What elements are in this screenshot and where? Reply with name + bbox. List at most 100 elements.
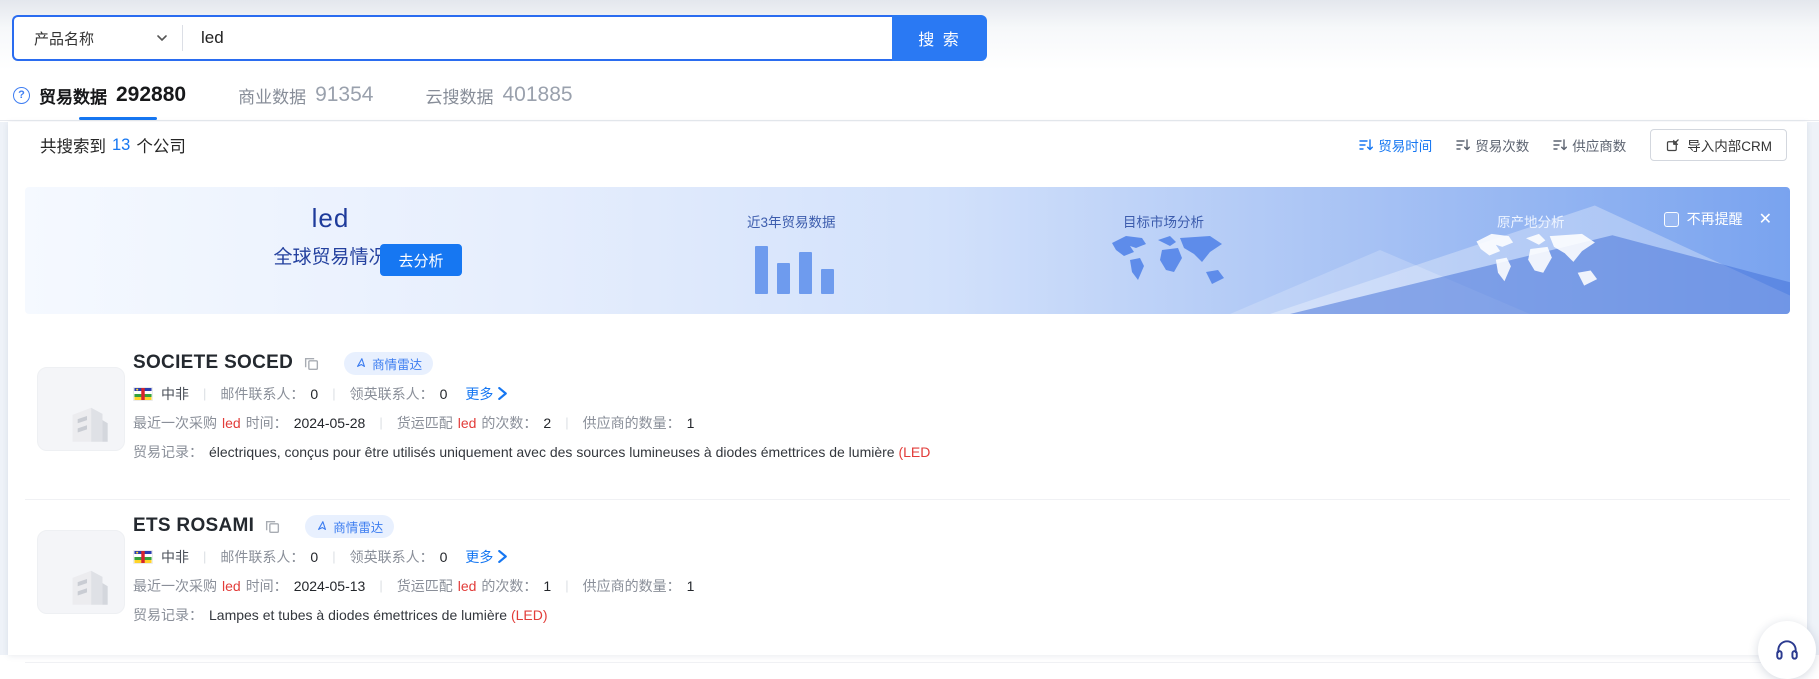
freight-suffix: 的次数： [481,576,537,596]
copy-icon[interactable] [264,518,281,535]
divider: | [565,578,568,593]
record-text: électriques, conçus pour être utilisés u… [209,444,898,460]
company-name[interactable]: SOCIETE SOCED [133,352,293,374]
radar-icon [355,357,367,369]
sort-desc-icon [1456,138,1470,152]
import-crm-button[interactable]: 导入内部CRM [1650,129,1787,161]
import-crm-label: 导入内部CRM [1687,135,1772,155]
sort-desc-icon [1359,138,1373,152]
divider: | [379,415,382,430]
tab-trade-data[interactable]: ? 贸易数据 292880 [13,70,186,120]
divider: | [379,578,382,593]
divider: | [332,386,335,401]
radar-icon [316,520,328,532]
company-card: ETS ROSAMI 商情雷达 中非 | 邮件联系人： 0 | 领英联系人： 0 [25,500,1790,663]
company-name[interactable]: ETS ROSAMI [133,515,254,537]
analyze-button[interactable]: 去分析 [380,244,462,276]
mini-bar-chart [755,244,834,294]
radar-badge-label: 商情雷达 [372,354,422,373]
linkedin-contacts-label: 领英联系人： [350,547,434,567]
freight-count: 2 [543,415,551,431]
search-category-select[interactable]: 产品名称 [14,17,182,59]
tab-count: 401885 [502,83,572,107]
results-suffix: 个公司 [136,133,186,157]
more-label: 更多 [465,547,493,567]
feature-trade-label: 近3年贸易数据 [747,211,836,231]
divider: | [203,549,206,564]
sort-label: 贸易时间 [1378,135,1432,155]
top-search-bar: 产品名称 搜 索 [0,0,1819,70]
search-input[interactable] [183,17,892,59]
divider: | [332,549,335,564]
linkedin-contacts-label: 领英联系人： [350,384,434,404]
sort-trade-count[interactable]: 贸易次数 [1456,135,1529,155]
help-icon[interactable]: ? [13,87,30,104]
data-source-tabs: ? 贸易数据 292880 商业数据 91354 云搜数据 401885 [0,70,1819,121]
tab-cloud-search-data[interactable]: 云搜数据 401885 [425,70,572,120]
company-logo-placeholder [37,367,125,451]
search-button[interactable]: 搜 索 [892,15,987,61]
record-label: 贸易记录： [133,605,203,625]
page-body: 共搜索到 13 个公司 贸易时间 贸易次数 供应商数 [0,122,1819,655]
supplier-count: 1 [687,415,695,431]
sort-label: 贸易次数 [1475,135,1529,155]
linkedin-contacts-value: 0 [440,549,448,565]
sort-supplier-count[interactable]: 供应商数 [1553,135,1626,155]
linkedin-contacts-value: 0 [440,386,448,402]
country-name: 中非 [161,547,189,567]
bar [755,246,768,294]
radar-badge[interactable]: 商情雷达 [305,515,394,538]
keyword-highlight: led [458,578,477,594]
email-contacts-value: 0 [310,386,318,402]
more-label: 更多 [465,384,493,404]
supplier-label: 供应商的数量： [583,413,681,433]
country-name: 中非 [161,384,189,404]
tab-label: 商业数据 [238,83,306,108]
banner-keyword: led [253,203,408,234]
more-link[interactable]: 更多 [465,384,508,404]
email-contacts-label: 邮件联系人： [220,384,304,404]
results-prefix: 共搜索到 [40,133,106,157]
customer-service-button[interactable] [1758,621,1816,679]
chevron-down-icon [156,32,168,44]
radar-badge[interactable]: 商情雷达 [344,352,433,375]
copy-icon[interactable] [303,355,320,372]
headset-icon [1774,637,1800,663]
flag-central-african-republic-icon [133,387,153,401]
results-header: 共搜索到 13 个公司 贸易时间 贸易次数 供应商数 [8,122,1807,168]
sort-trade-time[interactable]: 贸易时间 [1359,135,1432,155]
purchase-prefix: 最近一次采购 [133,413,217,433]
keyword-highlight: led [222,578,241,594]
search-box: 产品名称 [12,15,892,61]
tab-business-data[interactable]: 商业数据 91354 [238,70,373,120]
divider: | [203,386,206,401]
close-icon[interactable]: ✕ [1759,209,1772,229]
divider: | [565,415,568,430]
dismiss-checkbox[interactable] [1664,212,1679,227]
chevron-right-icon [497,387,508,400]
supplier-count: 1 [687,578,695,594]
purchase-suffix: 时间： [246,576,288,596]
record-text: Lampes et tubes à diodes émettrices de l… [209,607,511,623]
world-map-icon [1470,227,1610,299]
more-link[interactable]: 更多 [465,547,508,567]
freight-prefix: 货运匹配 [397,576,453,596]
record-highlight: (LED [898,444,930,460]
feature-market-label: 目标市场分析 [1123,211,1204,231]
radar-badge-label: 商情雷达 [333,517,383,536]
building-icon [56,386,118,448]
company-card: SOCIETE SOCED 商情雷达 中非 | 邮件联系人： 0 | 领英联系人… [25,337,1790,500]
flag-central-african-republic-icon [133,550,153,564]
chevron-right-icon [497,550,508,563]
results-summary: 共搜索到 13 个公司 [40,133,186,157]
purchase-date: 2024-05-28 [294,415,366,431]
purchase-prefix: 最近一次采购 [133,576,217,596]
sort-label: 供应商数 [1572,135,1626,155]
sort-desc-icon [1553,138,1567,152]
record-label: 贸易记录： [133,442,203,462]
tab-count: 292880 [116,83,186,107]
tab-label: 云搜数据 [425,83,493,108]
results-count: 13 [112,136,130,155]
search-category-label: 产品名称 [34,28,156,49]
results-panel: 共搜索到 13 个公司 贸易时间 贸易次数 供应商数 [8,122,1807,655]
